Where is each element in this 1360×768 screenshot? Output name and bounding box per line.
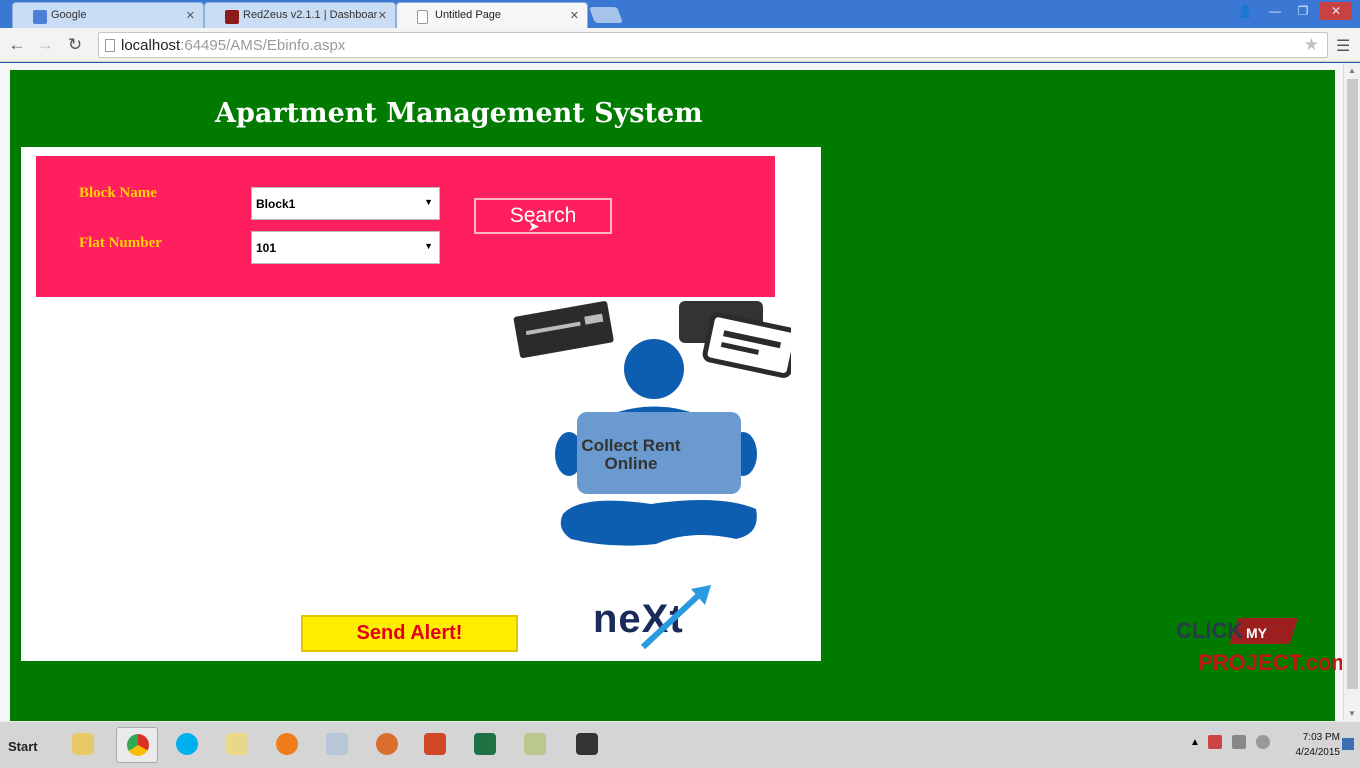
taskbar-excel[interactable] <box>464 727 506 763</box>
browser-tab-strip: Google ✕ RedZeus v2.1.1 | Dashboar ✕ Unt… <box>0 0 1360 28</box>
taskbar-file-explorer[interactable] <box>62 727 104 763</box>
taskbar-skype[interactable] <box>166 727 208 763</box>
tab-google[interactable]: Google ✕ <box>12 2 204 28</box>
url-path: :64495/AMS/Ebinfo.aspx <box>180 37 346 54</box>
scroll-up-arrow-icon[interactable]: ▲ <box>1348 66 1356 75</box>
page-title: Apartment Management System <box>215 98 703 129</box>
start-button[interactable]: Start <box>4 728 52 762</box>
taskbar-color-app[interactable] <box>366 727 408 763</box>
block-name-value: Block1 <box>256 197 296 211</box>
maximize-button[interactable]: ❐ <box>1290 2 1316 20</box>
logo-arrow-icon <box>640 585 711 650</box>
tab-untitled-page[interactable]: Untitled Page ✕ <box>396 2 588 28</box>
tab-redzeus[interactable]: RedZeus v2.1.1 | Dashboar ✕ <box>204 2 396 28</box>
reload-icon[interactable]: ↻ <box>64 34 86 56</box>
page-favicon-icon <box>417 10 428 24</box>
search-form: Block Name Block1 ▼ Flat Number 101 ▼ Se… <box>36 156 775 297</box>
person-legs-icon <box>560 500 757 546</box>
next-logo: neXt <box>593 585 729 655</box>
tab-label: RedZeus v2.1.1 | Dashboar <box>243 9 378 21</box>
excel-icon <box>474 733 496 755</box>
credit-card-front-icon <box>702 312 800 378</box>
flat-number-label: Flat Number <box>79 235 162 251</box>
folder-icon <box>226 733 248 755</box>
credit-card-left-icon <box>513 301 614 359</box>
block-name-select[interactable]: Block1 ▼ <box>251 187 440 220</box>
close-tab-icon[interactable]: ✕ <box>186 9 195 22</box>
notepad-icon <box>524 733 546 755</box>
taskbar-powerpoint[interactable] <box>414 727 456 763</box>
illustration-label-line2: Online <box>604 454 658 473</box>
file-explorer-icon <box>72 733 94 755</box>
clock-date: 4/24/2015 <box>1295 747 1341 758</box>
firefox-icon <box>276 733 298 755</box>
flat-number-select[interactable]: 101 ▼ <box>251 231 440 264</box>
mouse-cursor-icon: ➤ <box>528 218 540 234</box>
person-head-icon <box>624 339 684 399</box>
bookmark-star-icon[interactable]: ★ <box>1304 35 1319 55</box>
skype-icon <box>176 733 198 755</box>
illustration-label-line1: Collect Rent <box>581 436 681 455</box>
send-alert-button[interactable]: Send Alert! <box>301 615 518 652</box>
menu-icon[interactable]: ☰ <box>1336 36 1350 56</box>
taskbar-camera-app[interactable] <box>566 727 608 763</box>
windows-taskbar: Start ▲ 7:03 PM 4/24/2015 <box>0 721 1360 768</box>
tray-network-icon[interactable] <box>1232 735 1246 749</box>
powerpoint-icon <box>424 733 446 755</box>
browser-viewport: Apartment Management System Block Name B… <box>0 63 1360 721</box>
address-bar[interactable]: localhost:64495/AMS/Ebinfo.aspx ★ <box>98 32 1328 58</box>
color-app-icon <box>376 733 398 755</box>
taskbar-notepad[interactable] <box>514 727 556 763</box>
tray-expand-icon[interactable]: ▲ <box>1190 737 1200 748</box>
back-arrow-icon[interactable]: ← <box>6 34 28 56</box>
scroll-down-arrow-icon[interactable]: ▼ <box>1348 709 1356 718</box>
taskbar-firefox[interactable] <box>266 727 308 763</box>
dropdown-arrow-icon: ▼ <box>424 241 433 251</box>
redzeus-favicon-icon <box>225 10 239 24</box>
illustration-label: Collect Rent Online <box>549 437 713 473</box>
google-favicon-icon <box>33 10 47 24</box>
forward-arrow-icon[interactable]: → <box>34 34 56 56</box>
taskbar-network-tool[interactable] <box>316 727 358 763</box>
start-label: Start <box>8 739 38 754</box>
url-host: localhost <box>121 37 181 54</box>
show-desktop-icon[interactable] <box>1342 738 1354 750</box>
tray-flag-icon[interactable] <box>1208 735 1222 749</box>
collect-rent-illustration: Collect Rent Online <box>511 299 800 559</box>
watermark-logo: CLICK MY PROJECT.com <box>1172 612 1351 692</box>
minimize-button[interactable]: — <box>1262 2 1288 20</box>
page-icon <box>105 39 115 52</box>
user-icon[interactable]: 👤 <box>1232 2 1258 20</box>
clock-time: 7:03 PM <box>1302 732 1340 743</box>
close-tab-icon[interactable]: ✕ <box>378 9 387 22</box>
tab-label: Google <box>51 9 87 21</box>
taskbar-folder[interactable] <box>216 727 258 763</box>
dropdown-arrow-icon: ▼ <box>424 197 433 207</box>
search-button[interactable]: Search <box>474 198 612 234</box>
close-tab-icon[interactable]: ✕ <box>570 9 579 22</box>
taskbar-chrome[interactable] <box>116 727 158 763</box>
chrome-icon <box>127 734 149 756</box>
new-tab-button[interactable] <box>589 7 623 23</box>
vertical-scrollbar[interactable]: ▲ ▼ <box>1343 63 1360 721</box>
tray-volume-icon[interactable] <box>1256 735 1270 749</box>
camera-app-icon <box>576 733 598 755</box>
url-text[interactable]: localhost:64495/AMS/Ebinfo.aspx <box>121 37 345 54</box>
page-background: Apartment Management System Block Name B… <box>10 70 1351 721</box>
block-name-label: Block Name <box>79 185 157 201</box>
watermark-line2: MY <box>1246 625 1268 641</box>
content-panel: Block Name Block1 ▼ Flat Number 101 ▼ Se… <box>21 147 821 661</box>
watermark-line3: PROJECT.com <box>1198 650 1342 675</box>
system-tray: ▲ 7:03 PM 4/24/2015 <box>1186 730 1356 762</box>
network-tool-icon <box>326 733 348 755</box>
browser-toolbar: ← → ↻ localhost:64495/AMS/Ebinfo.aspx ★ … <box>0 28 1360 62</box>
watermark-graphic: CLICK MY PROJECT.com <box>1176 618 1351 675</box>
flat-number-value: 101 <box>256 241 277 255</box>
close-window-button[interactable]: ✕ <box>1320 2 1352 20</box>
watermark-line1: CLICK <box>1176 618 1243 643</box>
scroll-thumb[interactable] <box>1347 79 1358 689</box>
taskbar-clock[interactable]: 7:03 PM 4/24/2015 <box>1282 730 1341 760</box>
tab-label: Untitled Page <box>435 9 502 21</box>
illustration-graphic <box>513 301 800 546</box>
